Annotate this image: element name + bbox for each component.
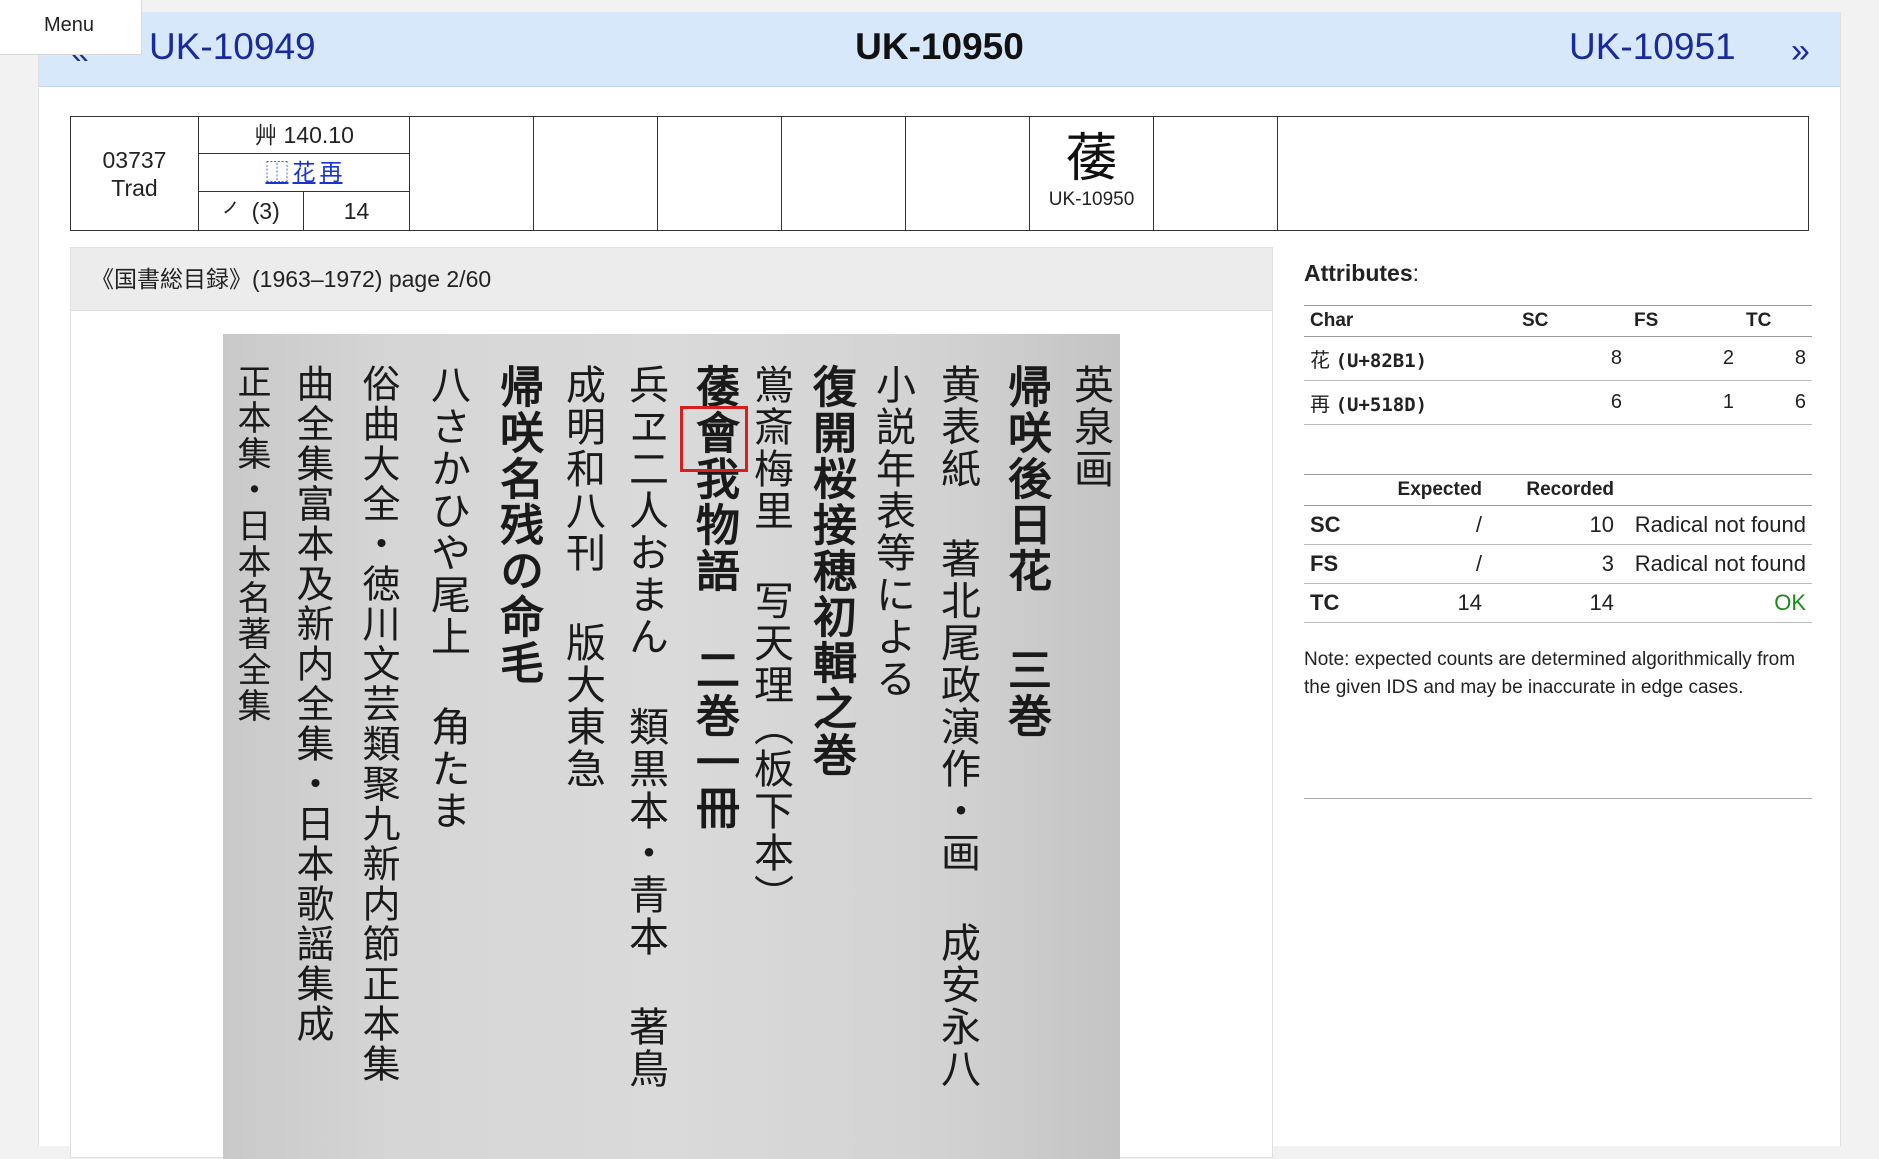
column-header bbox=[1620, 474, 1812, 506]
scan-text-column: 英泉画 bbox=[1067, 364, 1113, 490]
empty-cell bbox=[1154, 117, 1278, 230]
sc-cell: 6 bbox=[1516, 380, 1628, 425]
tc-cell: 6 bbox=[1740, 380, 1812, 425]
menu-button[interactable]: Menu bbox=[0, 0, 142, 55]
status-ok: OK bbox=[1620, 583, 1812, 623]
column-header: Recorded bbox=[1488, 474, 1620, 506]
recorded-value: 3 bbox=[1488, 544, 1620, 584]
column-header: SC bbox=[1516, 305, 1628, 337]
page-container: « UK-10949 UK-10950 UK-10951 » 03737 Tra… bbox=[38, 12, 1841, 1159]
note-text: Note: expected counts are determined alg… bbox=[1304, 649, 1796, 698]
char-cell: 再 (U+518D) bbox=[1304, 380, 1516, 425]
expected-value: / bbox=[1356, 544, 1488, 584]
scan-text-column: 鴬斎梅里 写天理（板下本） bbox=[747, 364, 793, 916]
column-header: FS bbox=[1628, 305, 1740, 337]
count-label: TC bbox=[1304, 583, 1356, 623]
empty-cell bbox=[906, 117, 1030, 230]
scan-text-column: 復開桜接穂初輯之巻 bbox=[805, 364, 856, 778]
scan-text-column: 帰咲名残の命毛 bbox=[492, 364, 543, 686]
table-row: FS / 3 Radical not found bbox=[1304, 544, 1812, 584]
column-header: Expected bbox=[1356, 474, 1488, 506]
attributes-table: Char SC FS TC 花 (U+82B1) 8 2 8 再 (U+518D… bbox=[1304, 305, 1812, 425]
scan-text-column: 俗曲大全・徳川文芸類聚九新内節正本集 bbox=[356, 364, 400, 1084]
empty-cell bbox=[658, 117, 782, 230]
source-scan-image[interactable]: 英泉画 帰咲後日花 三巻 黄表紙 著北尾政演作・画 成安永八 小説年表等による … bbox=[223, 334, 1120, 1159]
scan-text-column: 小説年表等による bbox=[869, 364, 915, 700]
table-row: TC 14 14 OK bbox=[1304, 583, 1812, 623]
glyph-label: UK-10950 bbox=[1048, 189, 1135, 210]
radical-cell: 艸 140.10 ⿰花再 ㇒ (3) 14 bbox=[199, 117, 410, 230]
empty-cell bbox=[534, 117, 658, 230]
attributes-heading: Attributes: bbox=[1304, 260, 1420, 286]
recorded-value: 14 bbox=[1488, 583, 1620, 623]
glyph-cell: 䔀 UK-10950 bbox=[1030, 117, 1154, 230]
column-header: Char bbox=[1304, 305, 1516, 337]
tc-cell: 8 bbox=[1740, 336, 1812, 381]
entry-code: 03737 bbox=[102, 147, 167, 173]
entry-info-table: 03737 Trad 艸 140.10 ⿰花再 ㇒ (3) 14 䔀 UK-10… bbox=[70, 116, 1809, 231]
char-cell: 花 (U+82B1) bbox=[1304, 336, 1516, 381]
status-text: Radical not found bbox=[1620, 544, 1812, 584]
first-stroke: ㇒ (3) bbox=[199, 192, 304, 230]
next-entry-link[interactable]: UK-10951 bbox=[1569, 26, 1736, 68]
entry-type: Trad bbox=[111, 175, 158, 201]
next-arrow-link[interactable]: » bbox=[1791, 32, 1810, 71]
recorded-value: 10 bbox=[1488, 505, 1620, 545]
status-text: Radical not found bbox=[1620, 505, 1812, 545]
scan-text-column: 正本集・日本名著全集 bbox=[231, 364, 271, 724]
expected-value: / bbox=[1356, 505, 1488, 545]
ids-component-link-2[interactable]: 再 bbox=[320, 159, 343, 185]
column-header: TC bbox=[1740, 305, 1812, 337]
scan-text-column: 帰咲後日花 三巻 bbox=[1000, 364, 1051, 739]
fs-cell: 1 bbox=[1628, 380, 1740, 425]
character-glyph: 䔀 bbox=[1065, 129, 1118, 189]
scan-text-column: 成明和八刊 版大東急 bbox=[559, 364, 605, 790]
column-header bbox=[1304, 474, 1356, 506]
scan-text-column: 黄表紙 著北尾政演作・画 成安永八 bbox=[934, 364, 980, 1090]
source-evidence-panel: 《国書総目録》(1963–1972) page 2/60 英泉画 帰咲後日花 三… bbox=[70, 247, 1273, 1159]
table-row: 再 (U+518D) 6 1 6 bbox=[1304, 380, 1812, 425]
scan-text-column: 曲全集富本及新内全集・日本歌謡集成 bbox=[290, 364, 334, 1044]
highlighted-character-box bbox=[680, 406, 748, 472]
table-row: SC / 10 Radical not found bbox=[1304, 505, 1812, 545]
total-strokes: 14 bbox=[343, 198, 370, 224]
scan-text-column: 八さかひや尾上 角たま bbox=[424, 364, 470, 832]
fs-cell: 2 bbox=[1628, 336, 1740, 381]
radical-value: 艸 140.10 bbox=[199, 117, 409, 154]
ids-sequence: ⿰花再 bbox=[199, 154, 409, 192]
prev-entry-link[interactable]: UK-10949 bbox=[149, 26, 316, 68]
stroke-count-table: Expected Recorded SC / 10 Radical not fo… bbox=[1304, 474, 1812, 623]
sc-cell: 8 bbox=[1516, 336, 1628, 381]
scan-text-column: 兵ヱ二人おまん 類黒本・青本 著鳥 bbox=[622, 364, 668, 1090]
ids-structure-link[interactable]: ⿰ bbox=[266, 159, 289, 185]
expected-value: 14 bbox=[1356, 583, 1488, 623]
empty-cell bbox=[410, 117, 534, 230]
count-label: SC bbox=[1304, 505, 1356, 545]
ids-component-link-1[interactable]: 花 bbox=[293, 159, 316, 185]
entry-code-cell: 03737 Trad bbox=[71, 117, 199, 230]
empty-cell bbox=[782, 117, 906, 230]
navigation-bar: « UK-10949 UK-10950 UK-10951 » bbox=[39, 12, 1840, 87]
source-title: 《国書総目録》(1963–1972) page 2/60 bbox=[71, 248, 1272, 311]
count-label: FS bbox=[1304, 544, 1356, 584]
divider bbox=[1304, 798, 1812, 799]
table-row: 花 (U+82B1) 8 2 8 bbox=[1304, 336, 1812, 381]
